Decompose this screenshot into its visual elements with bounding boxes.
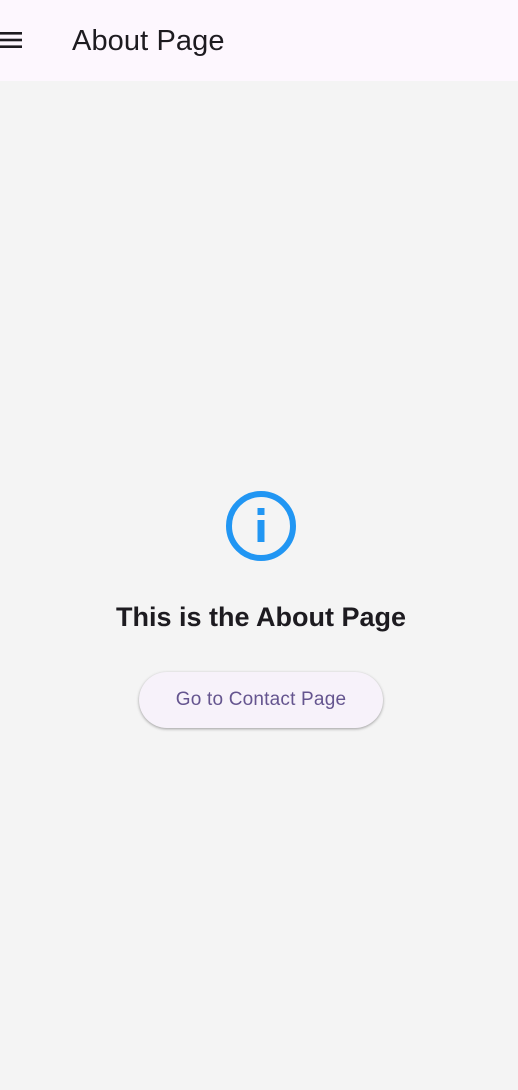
go-to-contact-button[interactable]: Go to Contact Page bbox=[139, 672, 383, 728]
page-title: About Page bbox=[72, 25, 225, 57]
menu-button[interactable] bbox=[0, 18, 32, 62]
main-content: This is the About Page Go to Contact Pag… bbox=[0, 81, 518, 1090]
hamburger-menu-icon bbox=[0, 30, 22, 50]
page-heading: This is the About Page bbox=[115, 602, 407, 632]
app-bar: About Page bbox=[0, 0, 518, 81]
go-to-contact-button-label: Go to Contact Page bbox=[175, 689, 347, 710]
info-icon bbox=[222, 487, 300, 565]
